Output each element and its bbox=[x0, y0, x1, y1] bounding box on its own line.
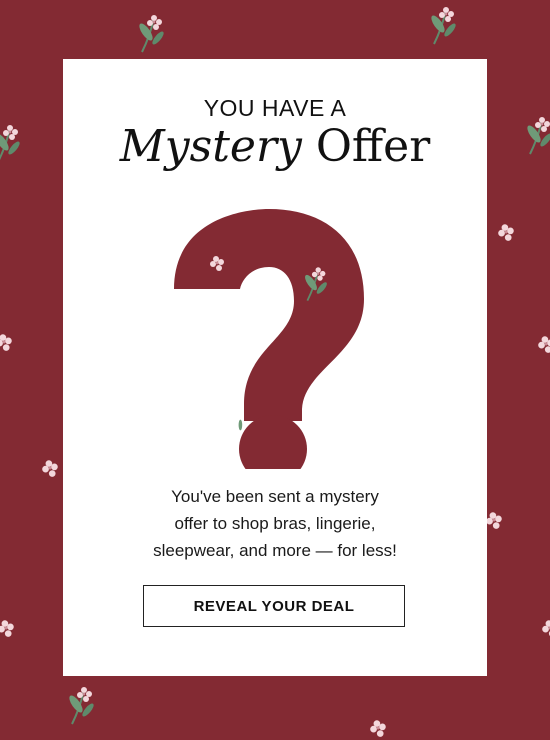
flower-sprig-icon bbox=[136, 14, 167, 53]
flower-sprig-icon bbox=[524, 116, 550, 155]
flower-cluster-icon bbox=[486, 512, 502, 529]
flower-cluster-icon bbox=[538, 336, 550, 353]
offer-card: YOU HAVE A Mystery Offer You've been sen… bbox=[63, 59, 487, 676]
flower-cluster-icon bbox=[0, 334, 12, 351]
headline-title: Mystery Offer bbox=[63, 121, 487, 172]
flower-cluster-icon bbox=[42, 460, 58, 477]
email-page: { "headline": { "line1": "YOU HAVE A", "… bbox=[0, 0, 550, 740]
flower-cluster-icon bbox=[370, 720, 386, 737]
offer-description: You've been sent a mystery offer to shop… bbox=[153, 487, 397, 560]
flower-sprig-icon bbox=[66, 686, 97, 725]
flower-cluster-icon bbox=[542, 620, 550, 637]
flower-cluster-icon bbox=[498, 224, 514, 241]
headline-italic-word: Mystery bbox=[119, 121, 302, 172]
headline-regular-word: Offer bbox=[315, 121, 431, 172]
headline-eyebrow: YOU HAVE A bbox=[203, 95, 347, 121]
flower-sprig-icon bbox=[428, 6, 459, 45]
flower-cluster-icon bbox=[0, 620, 14, 637]
flower-sprig-icon bbox=[0, 124, 23, 163]
reveal-deal-button[interactable]: REVEAL YOUR DEAL bbox=[143, 585, 405, 627]
question-mark-icon bbox=[174, 209, 364, 469]
